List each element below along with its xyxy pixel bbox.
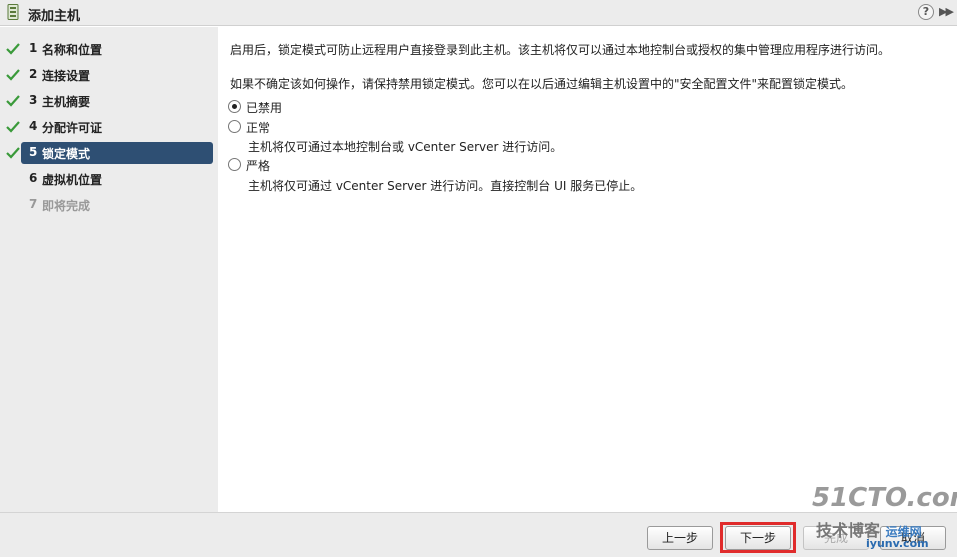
step-number: 4 bbox=[29, 119, 38, 133]
step-label: 虚拟机位置 bbox=[42, 173, 103, 187]
step-assign-license[interactable]: 4 分配许可证 bbox=[0, 116, 218, 138]
checkmark-icon bbox=[6, 43, 20, 55]
step-label: 锁定模式 bbox=[42, 147, 91, 161]
step-lockdown-mode[interactable]: 5 锁定模式 bbox=[0, 142, 218, 164]
step-number: 1 bbox=[29, 41, 38, 55]
radio-label: 正常 bbox=[246, 121, 271, 135]
step-number: 2 bbox=[29, 67, 38, 81]
step-pill: 1 名称和位置 bbox=[21, 38, 213, 60]
step-pill: 5 锁定模式 bbox=[21, 142, 213, 164]
step-host-summary[interactable]: 3 主机摘要 bbox=[0, 90, 218, 112]
hint-text: 如果不确定该如何操作，请保持禁用锁定模式。您可以在以后通过编辑主机设置中的"安全… bbox=[230, 77, 854, 91]
radio-button[interactable] bbox=[228, 100, 241, 113]
checkmark-icon bbox=[6, 147, 20, 159]
option-description: 主机将仅可通过 vCenter Server 进行访问。直接控制台 UI 服务已… bbox=[248, 179, 643, 193]
step-pill: 4 分配许可证 bbox=[21, 116, 213, 138]
step-label: 主机摘要 bbox=[42, 95, 91, 109]
cancel-button[interactable]: 取消 bbox=[880, 526, 946, 550]
wizard-footer: 上一步 下一步 完成 取消 bbox=[0, 512, 957, 557]
step-number: 7 bbox=[29, 197, 38, 211]
step-pill: 2 连接设置 bbox=[21, 64, 213, 86]
step-label: 即将完成 bbox=[42, 199, 91, 213]
checkmark-icon bbox=[6, 121, 20, 133]
next-button[interactable]: 下一步 bbox=[725, 526, 791, 550]
step-pill: 7 即将完成 bbox=[21, 194, 213, 216]
step-number: 6 bbox=[29, 171, 38, 185]
expand-icon[interactable]: ▶▶ bbox=[939, 3, 955, 21]
step-label: 名称和位置 bbox=[42, 43, 103, 57]
step-label: 连接设置 bbox=[42, 69, 91, 83]
checkmark-icon bbox=[6, 69, 20, 81]
checkmark-icon bbox=[6, 95, 20, 107]
title-bar: 添加主机 ? ▶▶ bbox=[0, 0, 957, 26]
help-icon[interactable]: ? bbox=[918, 4, 934, 20]
main-content: 启用后，锁定模式可防止远程用户直接登录到此主机。该主机将仅可以通过本地控制台或授… bbox=[218, 27, 957, 512]
option-description: 主机将仅可通过本地控制台或 vCenter Server 进行访问。 bbox=[248, 140, 563, 154]
radio-button[interactable] bbox=[228, 158, 241, 171]
window-title: 添加主机 bbox=[28, 9, 81, 24]
step-connection-settings[interactable]: 2 连接设置 bbox=[0, 64, 218, 86]
radio-label: 已禁用 bbox=[246, 101, 283, 115]
step-label: 分配许可证 bbox=[42, 121, 103, 135]
radio-button[interactable] bbox=[228, 120, 241, 133]
back-button[interactable]: 上一步 bbox=[647, 526, 713, 550]
step-name-location[interactable]: 1 名称和位置 bbox=[0, 38, 218, 60]
step-number: 3 bbox=[29, 93, 38, 107]
radio-label: 严格 bbox=[246, 159, 271, 173]
step-pill: 3 主机摘要 bbox=[21, 90, 213, 112]
step-vm-location[interactable]: 6 虚拟机位置 bbox=[0, 168, 218, 190]
step-pill: 6 虚拟机位置 bbox=[21, 168, 213, 190]
intro-text: 启用后，锁定模式可防止远程用户直接登录到此主机。该主机将仅可以通过本地控制台或授… bbox=[230, 43, 891, 57]
host-icon bbox=[7, 4, 19, 20]
finish-button: 完成 bbox=[803, 526, 869, 550]
wizard-steps-sidebar: 1 名称和位置 2 连接设置 3 主机摘要 4 分配许可证 5 锁定模式 6 虚… bbox=[0, 27, 218, 512]
step-ready-to-complete: 7 即将完成 bbox=[0, 194, 218, 216]
step-number: 5 bbox=[29, 145, 38, 159]
